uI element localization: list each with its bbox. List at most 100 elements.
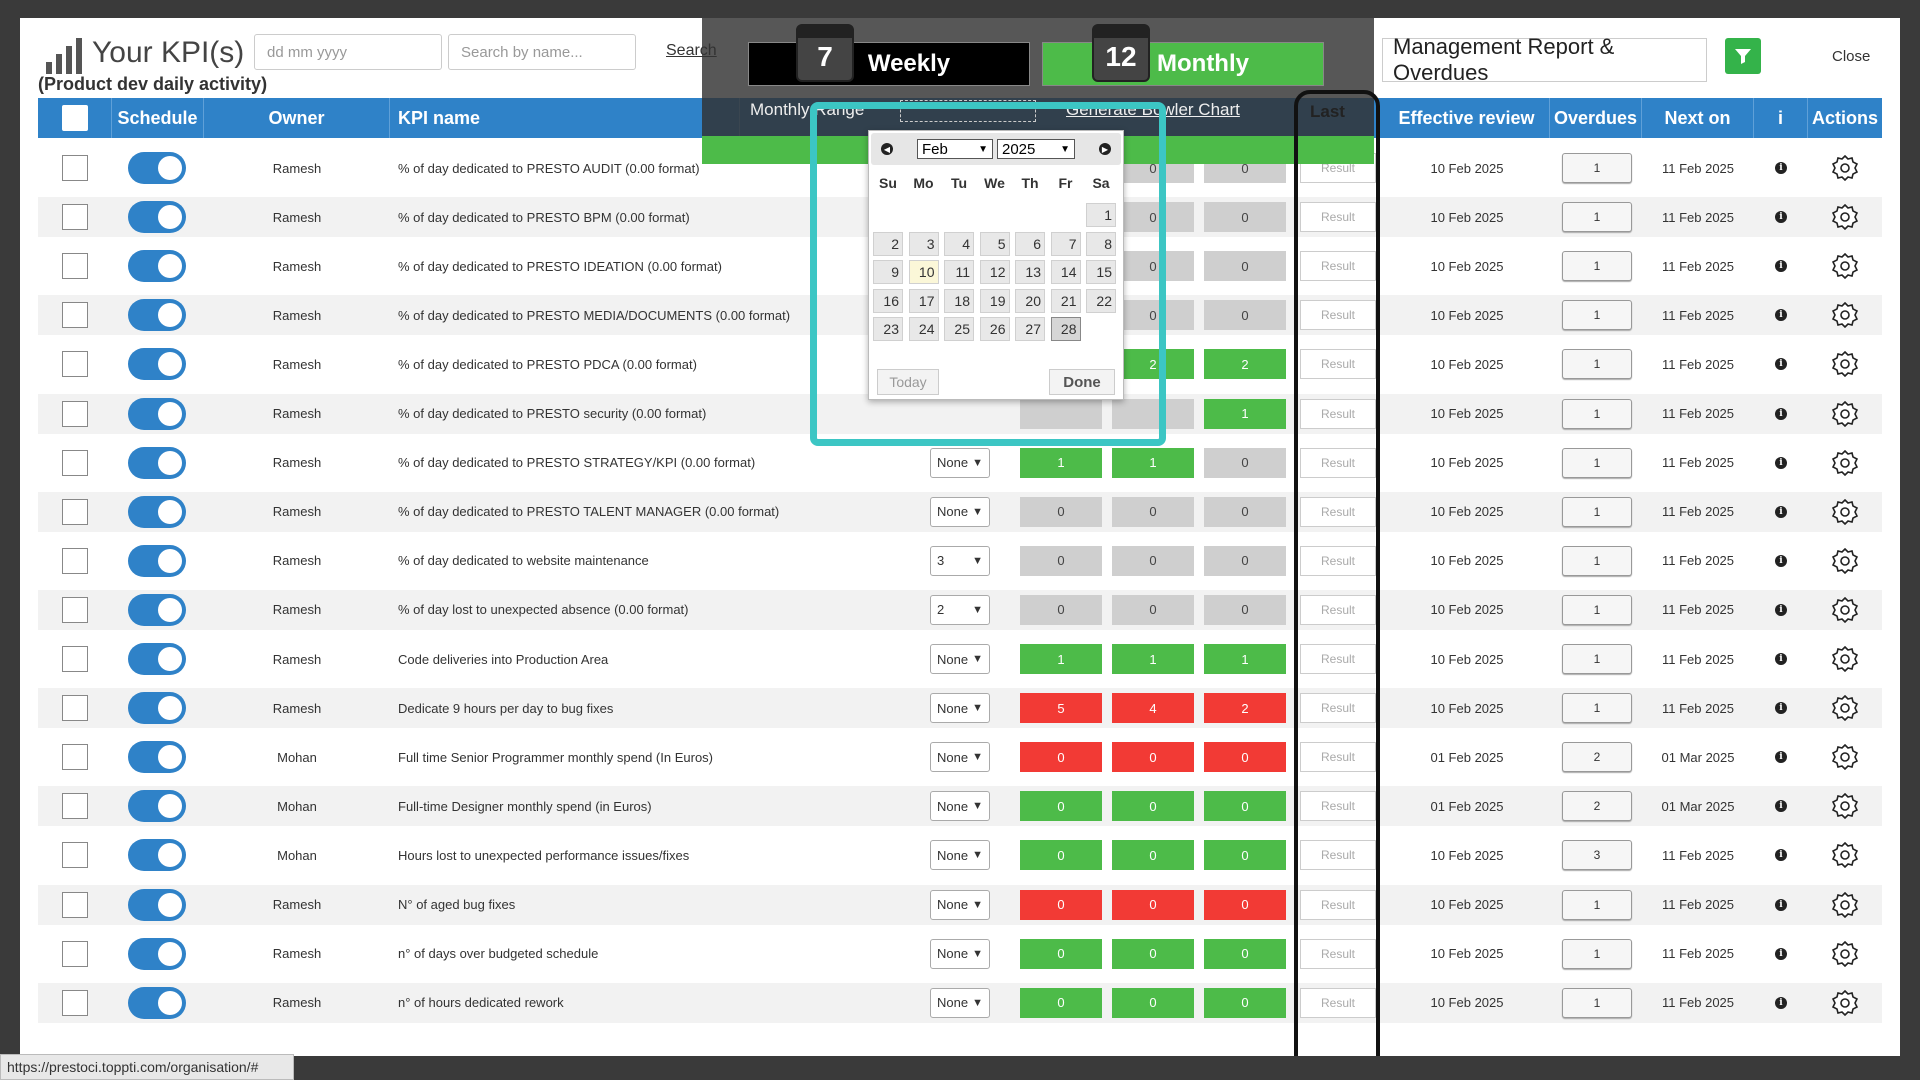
row-checkbox[interactable] <box>62 155 88 181</box>
calendar-day[interactable]: 8 <box>1086 231 1116 256</box>
period-value-1[interactable]: 0 <box>1020 987 1102 1018</box>
monthly-button[interactable]: Monthly <box>1042 42 1324 86</box>
period-value-3[interactable]: 0 <box>1204 840 1286 871</box>
calendar-day[interactable]: 22 <box>1086 288 1116 313</box>
actions-icon[interactable] <box>1832 646 1858 672</box>
calendar-day[interactable]: 15 <box>1086 260 1116 284</box>
period-value-2[interactable]: 0 <box>1112 496 1194 527</box>
row-checkbox[interactable] <box>62 547 88 574</box>
schedule-toggle[interactable] <box>128 299 186 332</box>
schedule-toggle[interactable] <box>128 839 186 872</box>
period-value-1[interactable]: 1 <box>1020 447 1102 478</box>
schedule-toggle[interactable] <box>128 643 186 675</box>
calendar-day[interactable]: 3 <box>908 231 939 256</box>
overdues-button[interactable]: 3 <box>1562 840 1632 871</box>
schedule-toggle[interactable] <box>128 446 186 479</box>
done-button[interactable]: Done <box>1049 369 1115 395</box>
actions-icon[interactable] <box>1832 891 1858 918</box>
row-checkbox[interactable] <box>62 449 88 476</box>
next-month-icon[interactable]: ▶ <box>1099 143 1111 155</box>
calendar-day[interactable]: 24 <box>908 317 939 341</box>
info-icon[interactable]: i <box>1775 505 1787 518</box>
filter-button[interactable] <box>1725 38 1761 74</box>
period-value-2[interactable]: 0 <box>1112 251 1194 282</box>
today-button[interactable]: Today <box>877 369 939 395</box>
row-checkbox[interactable] <box>62 793 88 820</box>
period-value-3[interactable]: 1 <box>1204 644 1286 674</box>
calendar-day[interactable]: 4 <box>944 231 974 256</box>
row-checkbox[interactable] <box>62 989 88 1016</box>
period-value-2[interactable]: 1 <box>1112 447 1194 478</box>
period-value-2[interactable] <box>1112 398 1194 429</box>
period-value-2[interactable]: 0 <box>1112 594 1194 625</box>
period-value-1[interactable]: 0 <box>1020 594 1102 625</box>
period-select[interactable]: None ▼ <box>930 644 990 674</box>
calendar-day[interactable]: 9 <box>873 260 903 284</box>
overdues-button[interactable]: 1 <box>1562 202 1632 233</box>
schedule-toggle[interactable] <box>128 593 186 626</box>
actions-icon[interactable] <box>1832 449 1858 476</box>
calendar-day[interactable]: 11 <box>944 260 974 284</box>
period-value-1[interactable]: 0 <box>1020 742 1102 773</box>
period-select[interactable]: None ▼ <box>930 447 990 478</box>
period-value-3[interactable]: 0 <box>1204 987 1286 1018</box>
row-checkbox[interactable] <box>62 891 88 918</box>
period-value-3[interactable]: 0 <box>1204 545 1286 576</box>
period-value-3[interactable]: 0 <box>1204 742 1286 773</box>
period-value-2[interactable]: 0 <box>1112 300 1194 331</box>
schedule-toggle[interactable] <box>128 397 186 430</box>
schedule-toggle[interactable] <box>128 790 186 823</box>
info-icon[interactable]: i <box>1775 456 1787 469</box>
actions-icon[interactable] <box>1832 253 1858 280</box>
row-checkbox[interactable] <box>62 842 88 869</box>
overdues-button[interactable]: 1 <box>1562 693 1632 724</box>
overdues-button[interactable]: 1 <box>1562 644 1632 674</box>
period-value-3[interactable]: 1 <box>1204 398 1286 429</box>
info-icon[interactable]: i <box>1775 211 1787 224</box>
period-value-2[interactable]: 0 <box>1112 742 1194 773</box>
overdues-button[interactable]: 1 <box>1562 545 1632 576</box>
schedule-toggle[interactable] <box>128 937 186 970</box>
calendar-day[interactable]: 21 <box>1050 288 1081 313</box>
actions-icon[interactable] <box>1832 596 1858 623</box>
row-checkbox[interactable] <box>62 400 88 427</box>
info-icon[interactable]: i <box>1775 996 1787 1009</box>
period-value-3[interactable]: 2 <box>1204 349 1286 380</box>
info-icon[interactable]: i <box>1775 309 1787 322</box>
overdues-button[interactable]: 1 <box>1562 349 1632 380</box>
period-value-2[interactable]: 2 <box>1112 349 1194 380</box>
row-checkbox[interactable] <box>62 695 88 722</box>
year-select[interactable]: 2025 ▼ <box>997 139 1075 159</box>
calendar-day[interactable]: 25 <box>944 317 974 341</box>
overdues-button[interactable]: 1 <box>1562 251 1632 282</box>
calendar-day[interactable]: 16 <box>873 288 903 313</box>
calendar-day[interactable]: 19 <box>979 288 1010 313</box>
overdues-button[interactable]: 1 <box>1562 987 1632 1018</box>
row-checkbox[interactable] <box>62 744 88 771</box>
monthly-range-input[interactable] <box>900 100 1036 122</box>
schedule-toggle[interactable] <box>128 986 186 1019</box>
period-select[interactable]: None ▼ <box>930 496 990 527</box>
row-checkbox[interactable] <box>62 302 88 329</box>
row-checkbox[interactable] <box>62 253 88 280</box>
overdues-button[interactable]: 1 <box>1562 594 1632 625</box>
actions-icon[interactable] <box>1832 989 1858 1016</box>
info-icon[interactable]: i <box>1775 898 1787 911</box>
period-value-3[interactable]: 0 <box>1204 300 1286 331</box>
schedule-toggle[interactable] <box>128 495 186 528</box>
period-value-1[interactable]: 0 <box>1020 889 1102 920</box>
period-value-2[interactable]: 0 <box>1112 202 1194 233</box>
period-value-2[interactable]: 0 <box>1112 545 1194 576</box>
row-checkbox[interactable] <box>62 204 88 231</box>
calendar-day[interactable]: 2 <box>873 231 903 256</box>
period-select[interactable]: None ▼ <box>930 693 990 724</box>
period-value-2[interactable]: 4 <box>1112 693 1194 724</box>
calendar-day[interactable]: 5 <box>979 231 1010 256</box>
period-value-1[interactable]: 0 <box>1020 545 1102 576</box>
management-report-button[interactable]: Management Report & Overdues <box>1382 34 1707 85</box>
period-value-3[interactable]: 0 <box>1204 251 1286 282</box>
calendar-day[interactable]: 12 <box>979 260 1010 284</box>
schedule-toggle[interactable] <box>128 250 186 283</box>
prev-month-icon[interactable]: ◀ <box>881 143 893 155</box>
period-value-2[interactable]: 0 <box>1112 840 1194 871</box>
